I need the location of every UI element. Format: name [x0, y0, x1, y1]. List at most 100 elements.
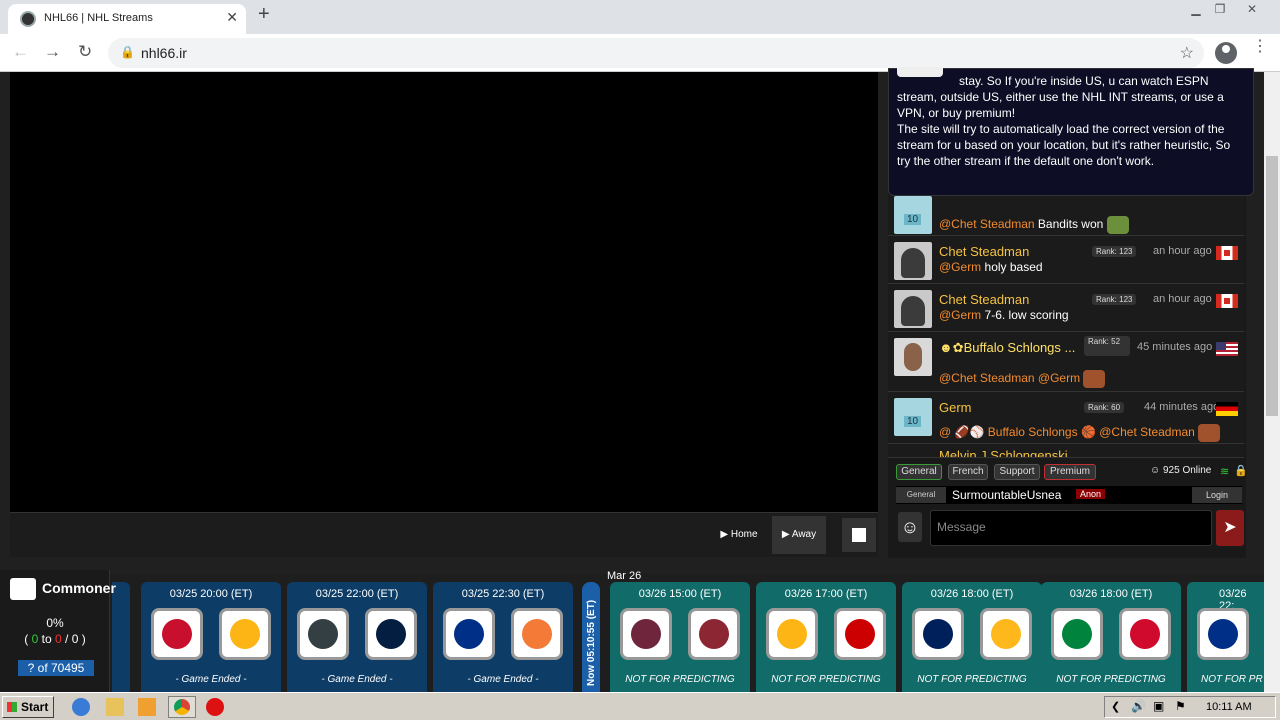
canada-flag-icon — [1216, 246, 1238, 260]
tab-premium[interactable]: Premium — [1044, 464, 1096, 480]
rank-badge: Rank: 52 — [1084, 336, 1130, 356]
message-username[interactable]: Germ — [939, 400, 972, 415]
rank-badge: Rank: 123 — [1092, 246, 1137, 257]
game-date: 03/25 22:30 (ET) — [461, 588, 545, 600]
video-player[interactable] — [10, 72, 878, 512]
lock-icon[interactable]: 🔒 — [1234, 464, 1248, 477]
message-input[interactable]: Message — [930, 510, 1212, 546]
team-logo-icon — [443, 608, 495, 660]
team-logo-icon — [766, 608, 818, 660]
game-card[interactable]: 03/25 22:00 (ET) - Game Ended - — [287, 582, 427, 692]
user-avatar[interactable] — [894, 290, 932, 328]
close-tab-icon[interactable]: ✕ — [226, 9, 238, 26]
profile-avatar-icon[interactable] — [1215, 42, 1237, 64]
team-logo-icon — [912, 608, 964, 660]
player-controls: ▶ Home ▶ Away — [10, 512, 878, 557]
game-date: 03/26 18:00 (ET) — [930, 588, 1014, 600]
ie-icon[interactable] — [72, 698, 90, 716]
home-stream-button[interactable]: ▶ Home — [716, 516, 762, 554]
scrollbar-thumb[interactable] — [1266, 156, 1278, 416]
taskbar: Start ❮ 🔊 ▣ ⚑ 10:11 AM — [0, 692, 1280, 720]
team-logo-icon — [1119, 608, 1171, 660]
message-username[interactable]: Melvin J Schlongenski — [939, 448, 1068, 457]
bookmark-star-icon[interactable]: ☆ — [1180, 43, 1194, 63]
url-text: nhl66.ir — [141, 45, 187, 61]
team-logo-icon — [688, 608, 740, 660]
game-card[interactable]: 03/25 20:00 (ET) - Game Ended - — [141, 582, 281, 692]
rank-badge: Rank: 123 — [1092, 294, 1137, 305]
game-card-partial[interactable]: 03/26 22: NOT FOR PR — [1187, 582, 1264, 692]
browser-menu-icon[interactable]: ⋮ — [1252, 39, 1268, 55]
canada-flag-icon — [1216, 294, 1238, 308]
game-card-partial[interactable] — [112, 582, 130, 692]
team-logo-icon — [1197, 608, 1249, 660]
game-status: NOT FOR PREDICTING — [771, 674, 881, 685]
sports-emoji-icon: 🏈⚾ — [954, 425, 985, 440]
tab-general[interactable]: General — [896, 464, 942, 480]
message-text: @Chet Steadman @Germ — [939, 370, 1106, 388]
emoji-icon: ☻✿ — [939, 340, 964, 355]
address-bar[interactable]: 🔒 nhl66.ir ☆ — [108, 38, 1204, 68]
browser-tab[interactable]: NHL66 | NHL Streams ✕ — [8, 4, 246, 34]
user-avatar[interactable] — [894, 338, 932, 376]
user-avatar[interactable] — [894, 242, 932, 280]
forward-icon[interactable]: → — [44, 42, 61, 62]
user-avatar[interactable] — [894, 196, 932, 234]
minimize-icon[interactable]: ▁ — [1184, 0, 1208, 20]
network-icon[interactable]: ▣ — [1153, 699, 1164, 713]
flag-icon[interactable]: ⚑ — [1175, 699, 1186, 713]
message-username[interactable]: ☻✿Buffalo Schlongs ... — [939, 340, 1075, 356]
chat-message: Chet Steadman Rank: 123 an hour ago @Ger… — [888, 284, 1244, 332]
media-player-icon[interactable] — [138, 698, 156, 716]
reload-icon[interactable]: ↻ — [78, 42, 92, 62]
back-icon[interactable]: ← — [12, 42, 29, 62]
stop-icon — [852, 528, 866, 542]
game-card[interactable]: 03/26 18:00 (ET) NOT FOR PREDICTING — [1041, 582, 1181, 692]
message-text: @ 🏈⚾ Buffalo Schlongs 🏀 @Chet Steadman — [939, 424, 1221, 442]
volume-icon[interactable]: 🔊 — [1131, 699, 1146, 713]
tab-french[interactable]: French — [948, 464, 988, 480]
game-card[interactable]: 03/26 17:00 (ET) NOT FOR PREDICTING — [756, 582, 896, 692]
users-icon: ☺ — [1150, 465, 1161, 476]
game-status: NOT FOR PREDICTING — [625, 674, 735, 685]
send-icon[interactable]: ➤ — [1216, 510, 1244, 546]
user-avatar[interactable] — [894, 398, 932, 436]
nhl-favicon-icon — [20, 11, 36, 27]
team-logo-icon — [1051, 608, 1103, 660]
message-username[interactable]: Chet Steadman — [939, 244, 1029, 259]
restore-icon[interactable]: ❐ — [1208, 0, 1232, 20]
new-tab-button[interactable]: + — [258, 3, 270, 26]
stop-button[interactable] — [842, 518, 876, 552]
emoji-picker-icon[interactable]: ☺ — [898, 512, 922, 542]
now-marker: Now 05:10:55 (ET) — [582, 582, 600, 692]
game-date: 03/25 22:00 (ET) — [315, 588, 399, 600]
game-date: 03/25 20:00 (ET) — [169, 588, 253, 600]
game-card[interactable]: 03/26 15:00 (ET) NOT FOR PREDICTING — [610, 582, 750, 692]
opera-icon[interactable] — [206, 698, 224, 716]
play-icon: ▶ — [781, 529, 790, 540]
login-button[interactable]: Login — [1192, 487, 1242, 503]
chrome-taskbar-button[interactable] — [168, 696, 196, 718]
folder-icon[interactable] — [106, 698, 124, 716]
message-time: an hour ago — [1153, 245, 1212, 257]
team-logo-icon — [980, 608, 1032, 660]
away-stream-button[interactable]: ▶ Away — [772, 516, 826, 554]
team-logo-icon — [834, 608, 886, 660]
anon-badge: Anon — [1076, 489, 1106, 499]
rank-position[interactable]: ? of 70495 — [18, 660, 94, 676]
start-button[interactable]: Start — [2, 696, 54, 718]
home-label: Home — [730, 529, 758, 540]
team-logo-icon — [620, 608, 672, 660]
close-window-icon[interactable]: ✕ — [1240, 0, 1264, 20]
game-status: - Game Ended - — [467, 674, 539, 685]
message-username[interactable]: Chet Steadman — [939, 292, 1029, 307]
game-card[interactable]: 03/25 22:30 (ET) - Game Ended - — [433, 582, 573, 692]
youtube-icon: ▶ — [720, 529, 729, 540]
game-card[interactable]: 03/26 18:00 (ET) NOT FOR PREDICTING — [902, 582, 1042, 692]
channel-chip[interactable]: General — [896, 487, 946, 503]
popup-text: stay. So If you're inside US, u can watc… — [897, 74, 1231, 168]
chat-message: @Chet Steadman Bandits won — [888, 196, 1244, 236]
tray-arrow-icon[interactable]: ❮ — [1111, 700, 1120, 713]
tab-support[interactable]: Support — [994, 464, 1040, 480]
clock[interactable]: 10:11 AM — [1206, 701, 1252, 713]
